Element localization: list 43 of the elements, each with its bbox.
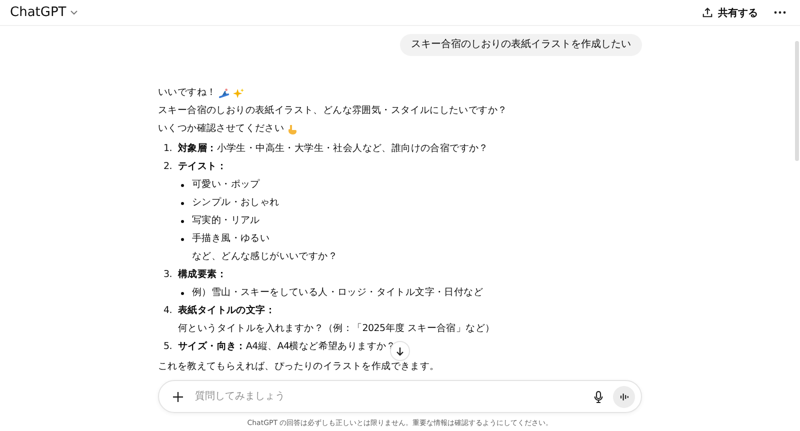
waveform-icon	[620, 392, 628, 400]
message-text: いくつか確認させてください	[158, 122, 284, 136]
bullet-text: 例）雪山・スキーをしている人・ロッジ・タイトル文字・日付など	[192, 286, 484, 300]
list-number: 1.	[162, 142, 173, 156]
list-item-text: 何というタイトルを入れますか？（例：「2025年度 スキー合宿」など）	[178, 323, 495, 334]
voice-mode-button[interactable]	[613, 386, 635, 408]
plus-icon	[173, 392, 183, 402]
list-item-text: 表紙タイトルの文字：	[178, 305, 276, 316]
bullet-text: 可愛い・ポップ	[192, 178, 260, 192]
message-text: これを教えてもらえれば、ぴったりのイラストを作成できます。	[158, 360, 440, 374]
bullet-text: 写実的・リアル	[192, 214, 260, 228]
list-number: 4.	[162, 304, 173, 318]
bullet-icon	[181, 220, 184, 222]
more-icon	[774, 11, 786, 14]
chevron-down-icon	[70, 10, 78, 15]
bullet-icon	[181, 184, 184, 186]
arrow-down-icon	[396, 346, 404, 356]
scroll-down-button[interactable]	[390, 341, 410, 361]
add-button[interactable]	[171, 390, 185, 404]
list-number: 5.	[162, 340, 173, 354]
message-input[interactable]: 質問してみましょう	[158, 380, 642, 413]
list-item-text: 構成要素：	[178, 269, 227, 280]
sparkles-icon	[233, 88, 244, 98]
share-button[interactable]: 共有する	[698, 4, 762, 22]
list-item-text: など、どんな感じがいいですか？	[192, 251, 338, 262]
microphone-button[interactable]	[592, 388, 605, 404]
message-text: いいですね！	[158, 86, 216, 100]
message-text: スキー合宿のしおりの表紙イラスト、どんな雰囲気・スタイルにしたいですか？	[158, 104, 508, 118]
microphone-icon	[594, 390, 603, 402]
bullet-text: 手描き風・ゆるい	[192, 232, 270, 246]
snowboarder-icon	[219, 88, 230, 98]
list-number: 2.	[162, 160, 173, 174]
bullet-icon	[181, 292, 184, 294]
share-icon	[702, 7, 713, 18]
bullet-icon	[181, 202, 184, 204]
list-item-text: 対象層：小学生・中高生・大学生・社会人など、誰向けの合宿ですか？	[178, 143, 488, 154]
message-input-text[interactable]: 質問してみましょう	[193, 390, 584, 403]
user-message: スキー合宿のしおりの表紙イラストを作成したい	[400, 34, 642, 56]
bullet-text: シンプル・おしゃれ	[192, 196, 280, 210]
list-item-text: テイスト：	[178, 161, 227, 172]
bullet-icon	[181, 238, 184, 240]
model-selector[interactable]: ChatGPT	[10, 5, 78, 20]
list-number: 3.	[162, 268, 173, 282]
